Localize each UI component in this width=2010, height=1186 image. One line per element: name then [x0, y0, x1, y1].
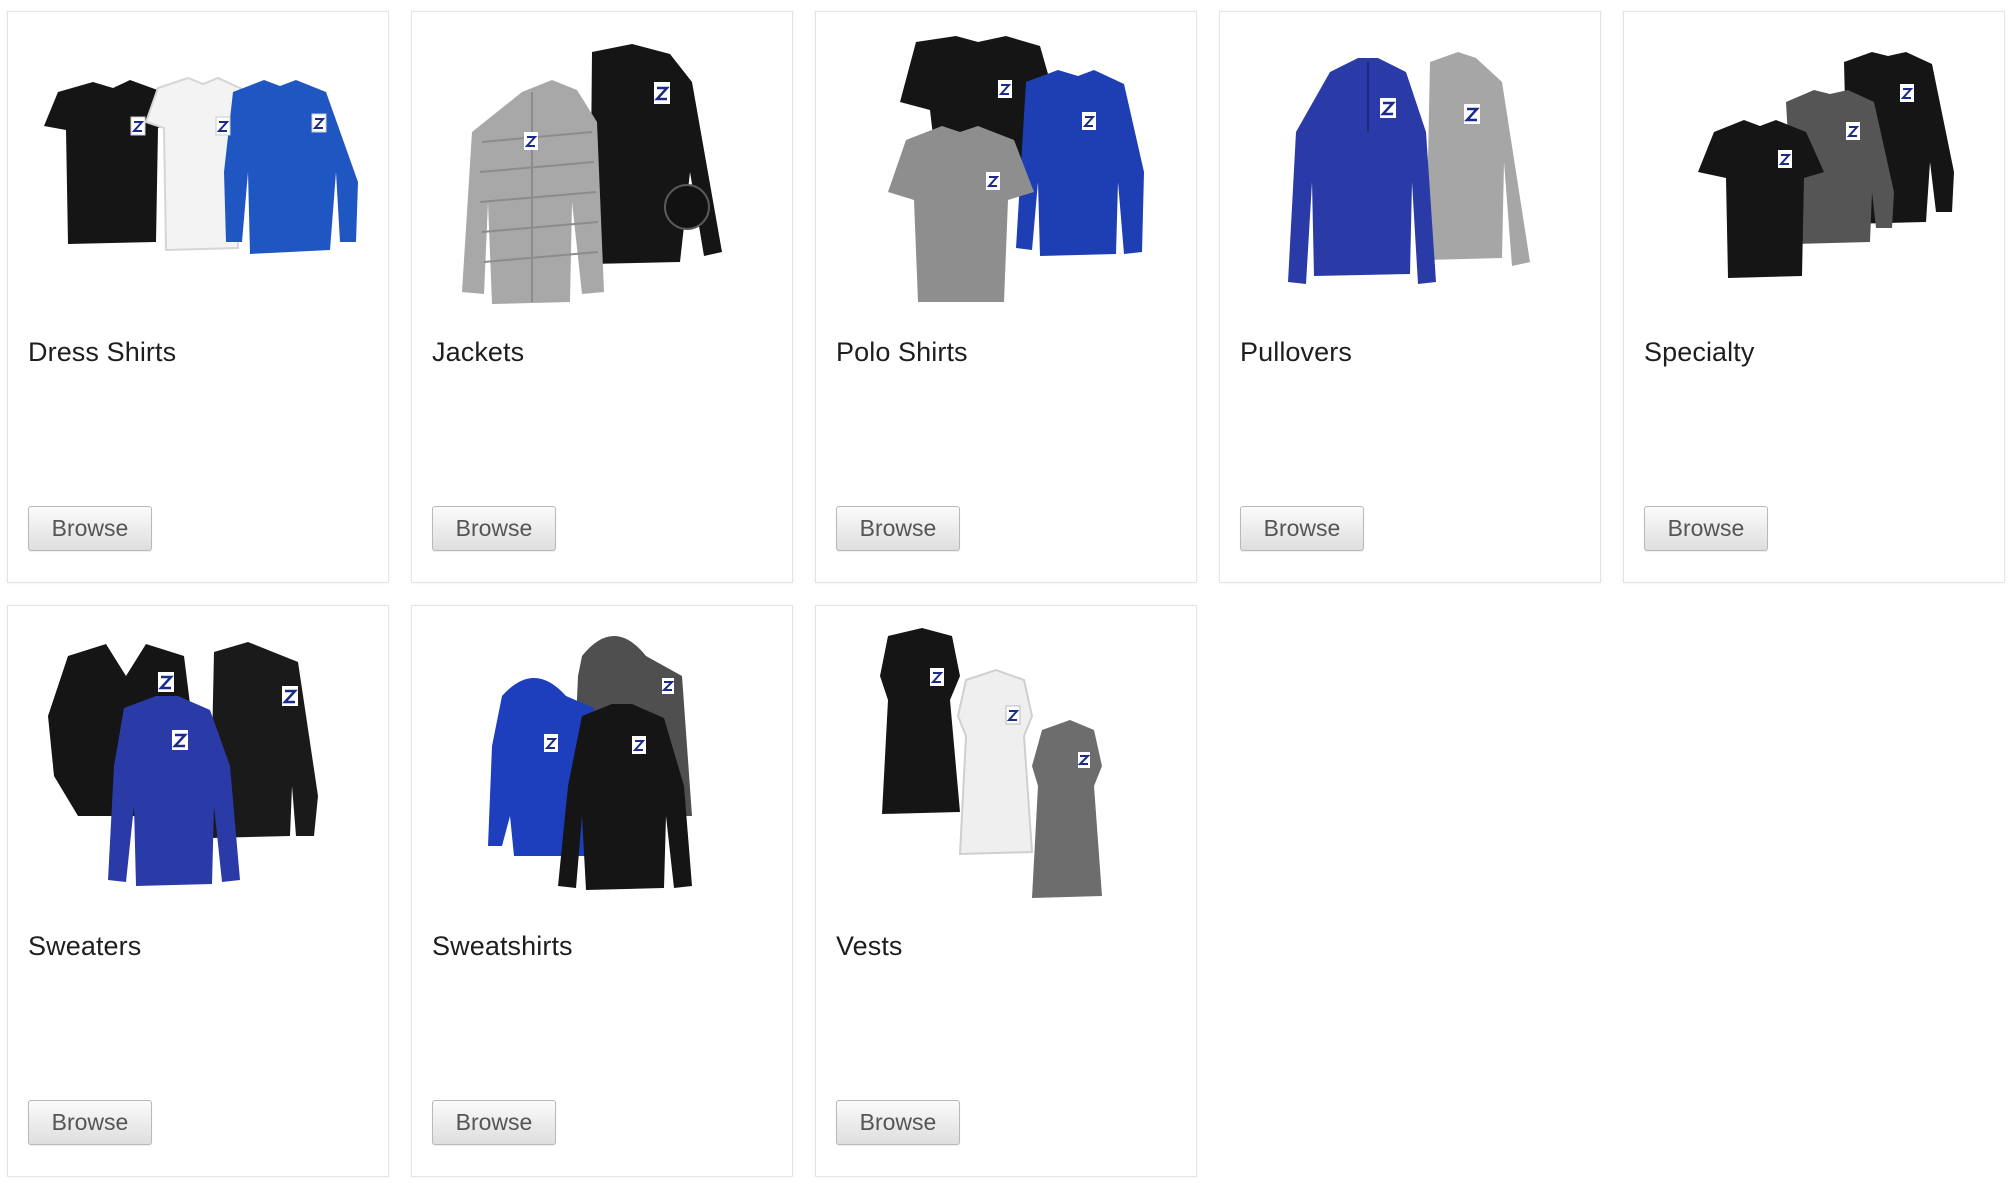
browse-button[interactable]: Browse	[432, 1100, 556, 1145]
jackets-image[interactable]	[422, 22, 784, 312]
category-card-specialty: Specialty Browse	[1623, 11, 2005, 583]
dress-shirts-image[interactable]	[18, 22, 380, 312]
browse-button[interactable]: Browse	[1240, 506, 1364, 551]
vests-image[interactable]	[826, 616, 1188, 906]
browse-button[interactable]: Browse	[836, 506, 960, 551]
sweaters-image[interactable]	[18, 616, 380, 906]
category-title: Jackets	[432, 337, 525, 367]
category-card-jackets: Jackets Browse	[411, 11, 793, 583]
category-card-vests: Vests Browse	[815, 605, 1197, 1177]
category-title: Dress Shirts	[28, 337, 177, 367]
polo-shirts-image[interactable]	[826, 22, 1188, 312]
category-title: Vests	[836, 931, 903, 961]
pullovers-image[interactable]	[1230, 22, 1592, 312]
category-title: Sweaters	[28, 931, 142, 961]
specialty-image[interactable]	[1634, 22, 1996, 312]
sweatshirts-image[interactable]	[422, 616, 784, 906]
category-card-pullovers: Pullovers Browse	[1219, 11, 1601, 583]
browse-button[interactable]: Browse	[28, 1100, 152, 1145]
browse-button[interactable]: Browse	[432, 506, 556, 551]
category-title: Specialty	[1644, 337, 1755, 367]
category-card-dress-shirts: Dress Shirts Browse	[7, 11, 389, 583]
browse-button[interactable]: Browse	[1644, 506, 1768, 551]
category-title: Sweatshirts	[432, 931, 573, 961]
browse-button[interactable]: Browse	[28, 506, 152, 551]
category-title: Polo Shirts	[836, 337, 968, 367]
browse-button[interactable]: Browse	[836, 1100, 960, 1145]
category-card-polo-shirts: Polo Shirts Browse	[815, 11, 1197, 583]
category-card-sweatshirts: Sweatshirts Browse	[411, 605, 793, 1177]
category-title: Pullovers	[1240, 337, 1352, 367]
category-card-sweaters: Sweaters Browse	[7, 605, 389, 1177]
